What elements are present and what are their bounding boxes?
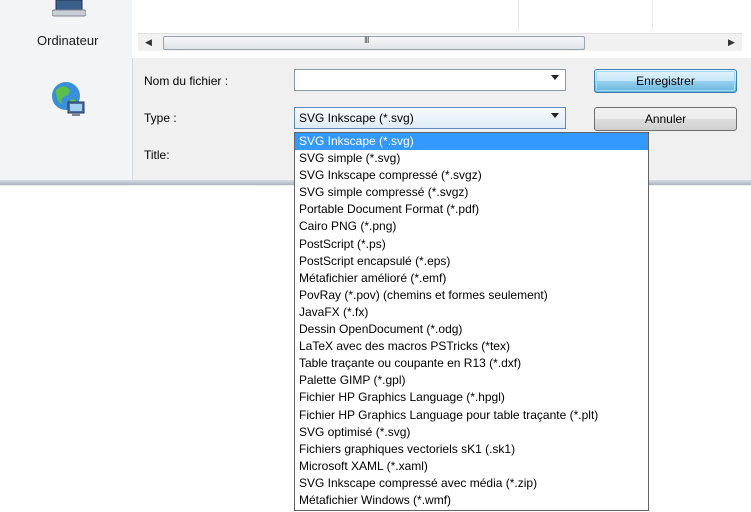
type-select-value: SVG Inkscape (*.svg) bbox=[299, 111, 414, 125]
places-item-computer[interactable]: Ordinateur bbox=[37, 33, 98, 48]
scroll-right-icon[interactable]: ▶ bbox=[723, 34, 740, 51]
filename-label: Nom du fichier : bbox=[144, 74, 229, 88]
computer-icon[interactable] bbox=[52, 0, 86, 18]
dropdown-option[interactable]: SVG Inkscape compressé (*.svgz) bbox=[295, 167, 648, 184]
title-label: Title: bbox=[144, 148, 170, 162]
dropdown-option[interactable]: SVG simple (*.svg) bbox=[295, 150, 648, 167]
dropdown-option[interactable]: SVG optimisé (*.svg) bbox=[295, 424, 648, 441]
dropdown-option[interactable]: PostScript encapsulé (*.eps) bbox=[295, 253, 648, 270]
type-select[interactable]: SVG Inkscape (*.svg) bbox=[294, 107, 566, 129]
places-sidebar: Ordinateur bbox=[0, 0, 133, 180]
scroll-grip: III bbox=[364, 35, 369, 45]
dropdown-option[interactable]: Palette GIMP (*.gpl) bbox=[295, 372, 648, 389]
chevron-down-icon[interactable] bbox=[551, 113, 559, 118]
dropdown-option[interactable]: Cairo PNG (*.png) bbox=[295, 218, 648, 235]
network-icon[interactable] bbox=[48, 80, 88, 118]
filename-field[interactable] bbox=[294, 69, 566, 91]
cancel-button-label: Annuler bbox=[644, 112, 687, 126]
dropdown-option[interactable]: JavaFX (*.fx) bbox=[295, 304, 648, 321]
dropdown-option[interactable]: Fichier HP Graphics Language pour table … bbox=[295, 407, 648, 424]
chevron-down-icon[interactable] bbox=[551, 75, 559, 80]
dropdown-option[interactable]: Portable Document Format (*.pdf) bbox=[295, 201, 648, 218]
column-separator bbox=[652, 0, 653, 30]
dropdown-option[interactable]: SVG simple compressé (*.svgz) bbox=[295, 184, 648, 201]
dropdown-option[interactable]: Dessin OpenDocument (*.odg) bbox=[295, 321, 648, 338]
scroll-thumb[interactable]: III bbox=[163, 35, 585, 50]
dropdown-option[interactable]: SVG Inkscape compressé avec média (*.zip… bbox=[295, 475, 648, 492]
cancel-button[interactable]: Annuler bbox=[594, 107, 737, 131]
save-button-label: Enregistrer bbox=[636, 74, 695, 88]
dropdown-option[interactable]: Table traçante ou coupante en R13 (*.dxf… bbox=[295, 355, 648, 372]
scroll-left-icon[interactable]: ◀ bbox=[140, 34, 157, 51]
horizontal-scrollbar[interactable]: ◀ III ▶ bbox=[138, 33, 742, 51]
dropdown-option[interactable]: LaTeX avec des macros PSTricks (*tex) bbox=[295, 338, 648, 355]
dropdown-option[interactable]: PostScript (*.ps) bbox=[295, 236, 648, 253]
type-label: Type : bbox=[144, 111, 177, 125]
dropdown-option[interactable]: PovRay (*.pov) (chemins et formes seulem… bbox=[295, 287, 648, 304]
file-type-dropdown[interactable]: SVG Inkscape (*.svg) SVG simple (*.svg) SV… bbox=[294, 132, 649, 511]
save-button[interactable]: Enregistrer bbox=[594, 69, 737, 93]
dropdown-option[interactable]: SVG Inkscape (*.svg) bbox=[295, 133, 648, 151]
column-separator bbox=[518, 0, 519, 30]
dropdown-option[interactable]: Fichiers graphiques vectoriels sK1 (.sk1… bbox=[295, 441, 648, 458]
dropdown-option[interactable]: Métafichier Windows (*.wmf) bbox=[295, 492, 648, 509]
dropdown-option[interactable]: Microsoft XAML (*.xaml) bbox=[295, 458, 648, 475]
dropdown-option[interactable]: Fichier HP Graphics Language (*.hpgl) bbox=[295, 389, 648, 406]
dropdown-option[interactable]: Métafichier amélioré (*.emf) bbox=[295, 270, 648, 287]
